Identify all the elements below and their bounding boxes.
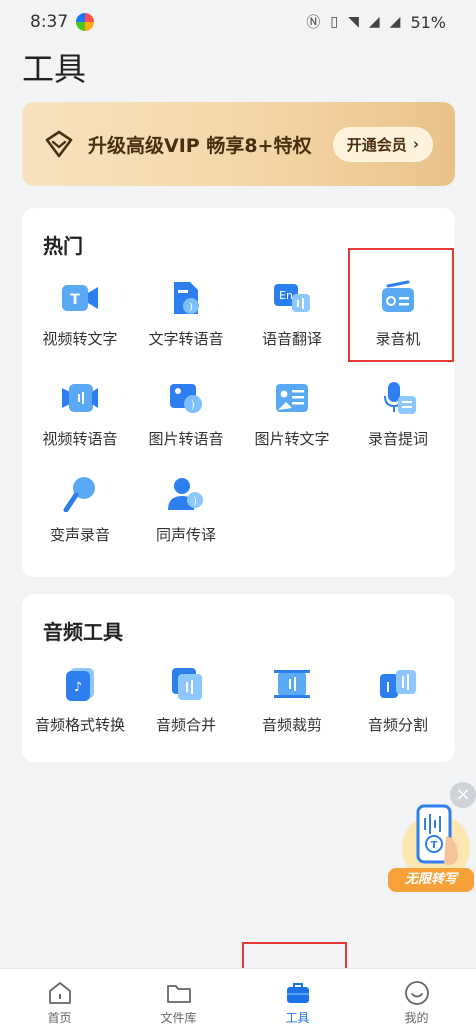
interpret-icon: ): [168, 478, 203, 510]
tool-text-to-speech[interactable]: ) 文字转语音: [132, 280, 240, 349]
tool-image-to-text[interactable]: 图片转文字: [238, 380, 346, 449]
voice-translate-icon: En: [274, 284, 310, 312]
text-speech-icon: ): [174, 282, 199, 314]
tool-video-to-text[interactable]: T 视频转文字: [26, 280, 134, 349]
tool-label: 文字转语音: [148, 330, 224, 348]
tool-label: 音频裁剪: [261, 716, 322, 734]
recorder-highlight-box: [348, 248, 454, 362]
home-icon: [48, 982, 71, 1004]
voice-changer-icon: [63, 477, 95, 512]
svg-text:En: En: [279, 289, 293, 302]
video-speech-icon: [62, 384, 98, 412]
signal-2-icon: ◢: [389, 14, 401, 30]
vip-banner[interactable]: 升级高级VIP 畅享8+特权 开通会员 ›: [22, 102, 455, 186]
nav-profile[interactable]: 我的: [357, 969, 476, 1032]
nav-tools[interactable]: 工具: [238, 969, 357, 1032]
tool-video-to-speech[interactable]: 视频转语音: [26, 380, 134, 449]
status-time: 8:37: [30, 12, 69, 32]
unlimited-transcribe-promo[interactable]: T 无限转写: [388, 798, 474, 896]
bottom-navigation: 首页 文件库 工具 我的: [0, 968, 476, 1032]
svg-text:): ): [191, 400, 195, 411]
tool-label: 同声传译: [155, 526, 216, 544]
signal-icon: ◢: [368, 14, 380, 30]
folder-icon: [166, 985, 191, 1003]
nav-label: 首页: [47, 1011, 72, 1025]
svg-text:T: T: [70, 292, 80, 308]
tool-label: 语音翻译: [261, 330, 322, 348]
tool-simultaneous-interpret[interactable]: ) 同声传译: [132, 476, 240, 545]
audio-format-icon: ♪: [66, 668, 94, 701]
tool-audio-merge[interactable]: 音频合并: [132, 666, 240, 735]
svg-text:T: T: [431, 840, 438, 851]
unlimited-transcribe-badge: 无限转写: [388, 868, 474, 892]
tool-audio-split[interactable]: 音频分割: [344, 666, 452, 735]
audio-merge-icon: [172, 668, 202, 700]
tool-label: 图片转语音: [148, 430, 224, 448]
tool-voice-changer[interactable]: 变声录音: [26, 476, 134, 545]
video-text-icon: T: [62, 285, 98, 311]
hot-section-title: 热门: [43, 234, 83, 258]
tool-label: 音频合并: [155, 716, 216, 734]
tool-label: 音频格式转换: [34, 716, 125, 734]
tool-audio-cut[interactable]: 音频裁剪: [238, 666, 346, 735]
toolbox-icon: [286, 983, 309, 1003]
audio-section-title: 音频工具: [43, 620, 123, 644]
tool-voice-translate[interactable]: En 语音翻译: [238, 280, 346, 349]
teleprompter-icon: [384, 382, 416, 414]
tool-label: 视频转文字: [42, 330, 118, 348]
audio-cut-icon: [274, 670, 310, 698]
nfc-icon: Ⓝ: [306, 15, 321, 31]
tool-image-to-speech[interactable]: ) 图片转语音: [132, 380, 240, 449]
audio-split-icon: [380, 670, 416, 698]
nav-home[interactable]: 首页: [0, 969, 119, 1032]
svg-text:♪: ♪: [74, 680, 82, 695]
svg-text:): ): [189, 302, 193, 313]
diamond-icon: [45, 130, 73, 158]
tool-label: 录音提词: [367, 430, 428, 448]
page-title: 工具: [22, 50, 87, 88]
vibrate-icon: ▯: [330, 14, 339, 30]
open-membership-button[interactable]: 开通会员 ›: [332, 126, 433, 162]
chevron-right-icon: ›: [412, 135, 419, 153]
nav-label: 我的: [404, 1011, 429, 1025]
app-notification-icon: [76, 13, 95, 31]
tool-label: 图片转文字: [254, 430, 330, 448]
profile-icon: [404, 981, 429, 1005]
nav-files[interactable]: 文件库: [119, 969, 238, 1032]
audio-tools-card: 音频工具 ♪ 音频格式转换 音频合并 音频裁剪 音频分割: [22, 594, 455, 762]
open-membership-label: 开通会员: [346, 135, 407, 154]
image-speech-icon: ): [170, 384, 202, 413]
vip-promo-text: 升级高级VIP 畅享8+特权: [88, 134, 312, 157]
status-bar: 8:37 Ⓝ ▯ ◥ ◢ ◢ 51%: [0, 0, 476, 44]
svg-text:): ): [193, 496, 197, 507]
tool-label: 视频转语音: [42, 430, 118, 448]
tool-label: 音频分割: [367, 716, 428, 734]
nav-label: 工具: [285, 1011, 310, 1025]
image-text-icon: [276, 384, 308, 412]
tool-label: 变声录音: [49, 526, 110, 544]
battery-level: 51%: [410, 12, 446, 32]
wifi-icon: ◥: [348, 14, 359, 30]
tool-teleprompter[interactable]: 录音提词: [344, 380, 452, 449]
nav-label: 文件库: [160, 1011, 197, 1025]
tool-audio-format[interactable]: ♪ 音频格式转换: [26, 666, 134, 735]
